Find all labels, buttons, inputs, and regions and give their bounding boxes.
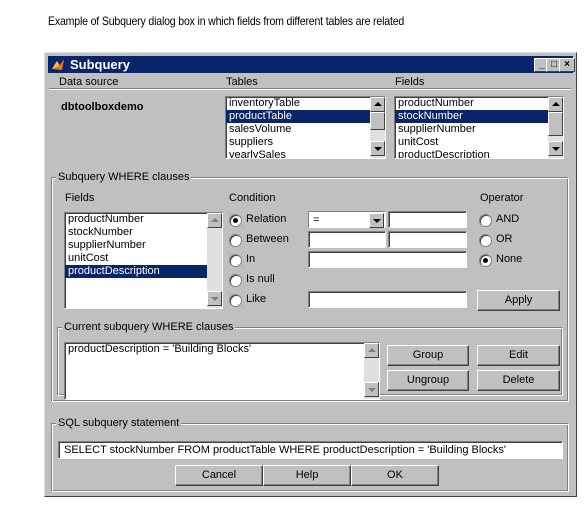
tables-listbox[interactable]: inventoryTable productTable salesVolume sup… bbox=[225, 96, 386, 159]
current-clauses-listbox[interactable]: productDescription = 'Building Blocks' bbox=[64, 342, 380, 400]
condition-radio[interactable] bbox=[229, 274, 242, 287]
down-arrow-icon bbox=[552, 147, 560, 151]
where-fields-listbox[interactable]: productNumber stockNumber supplierNumber un… bbox=[64, 212, 223, 309]
chevron-down-icon bbox=[373, 219, 381, 223]
delete-button[interactable]: Delete bbox=[477, 370, 560, 391]
condition-label[interactable]: Relation bbox=[246, 213, 286, 226]
help-button[interactable]: Help bbox=[263, 465, 351, 486]
list-item[interactable]: supplierNumber bbox=[65, 239, 222, 252]
scroll-thumb[interactable] bbox=[370, 112, 385, 130]
condition-label[interactable]: Is null bbox=[246, 273, 275, 286]
apply-button[interactable]: Apply bbox=[477, 290, 560, 311]
down-arrow-icon bbox=[211, 297, 219, 301]
relation-value: = bbox=[313, 214, 320, 226]
where-fields-scrollbar[interactable] bbox=[207, 213, 222, 308]
condition-label[interactable]: In bbox=[246, 253, 255, 266]
edit-button[interactable]: Edit bbox=[477, 345, 560, 366]
list-item[interactable]: stockNumber bbox=[395, 110, 563, 123]
sql-statement-label: SQL subquery statement bbox=[56, 417, 182, 429]
radio-dot-icon bbox=[233, 218, 238, 223]
top-divider-highlight bbox=[49, 89, 571, 90]
where-clauses-label: Subquery WHERE clauses bbox=[56, 171, 192, 183]
operator-radio[interactable] bbox=[479, 234, 492, 247]
list-item[interactable]: productNumber bbox=[395, 97, 563, 110]
operator-label: Operator bbox=[480, 192, 524, 204]
scroll-up-button[interactable] bbox=[207, 213, 222, 228]
condition-radio[interactable] bbox=[229, 294, 242, 307]
where-fields-label: Fields bbox=[65, 192, 95, 204]
scroll-up-button[interactable] bbox=[548, 97, 563, 112]
condition-radio[interactable] bbox=[229, 234, 242, 247]
scroll-down-button[interactable] bbox=[370, 141, 385, 156]
subquery-dialog: Subquery _ □ × Data source dbtoolboxdemo… bbox=[44, 52, 577, 497]
current-clauses-scrollbar[interactable] bbox=[364, 343, 379, 399]
title-bar[interactable]: Subquery _ □ × bbox=[48, 56, 575, 73]
list-item[interactable]: productDescription = 'Building Blocks' bbox=[65, 343, 379, 356]
scroll-up-button[interactable] bbox=[370, 97, 385, 112]
group-button[interactable]: Group bbox=[387, 345, 469, 366]
scroll-down-button[interactable] bbox=[548, 141, 563, 156]
matlab-logo-icon bbox=[51, 58, 65, 71]
window-title: Subquery bbox=[70, 57, 130, 72]
between-low-field[interactable] bbox=[308, 231, 386, 248]
operator-radio[interactable] bbox=[479, 254, 492, 267]
condition-radio[interactable] bbox=[229, 214, 242, 227]
up-arrow-icon bbox=[552, 102, 560, 106]
figure-caption: Example of Subquery dialog box in which … bbox=[48, 14, 405, 28]
operator-label[interactable]: OR bbox=[496, 233, 513, 246]
list-item[interactable]: yearlySales bbox=[226, 149, 385, 158]
scroll-down-button[interactable] bbox=[364, 382, 379, 397]
list-item[interactable]: productTable bbox=[226, 110, 385, 123]
list-item[interactable]: salesVolume bbox=[226, 123, 385, 136]
data-source-value: dbtoolboxdemo bbox=[61, 101, 144, 113]
ungroup-button[interactable]: Ungroup bbox=[387, 370, 469, 391]
between-high-field[interactable] bbox=[388, 231, 467, 248]
condition-label[interactable]: Like bbox=[246, 293, 266, 306]
ok-button[interactable]: OK bbox=[351, 465, 439, 486]
relation-value-field[interactable] bbox=[388, 211, 467, 228]
operator-label[interactable]: AND bbox=[496, 213, 519, 226]
down-arrow-icon bbox=[368, 388, 376, 392]
condition-label: Condition bbox=[229, 192, 276, 204]
list-item[interactable]: stockNumber bbox=[65, 226, 222, 239]
close-button[interactable]: × bbox=[559, 58, 575, 72]
list-item[interactable]: productDescription bbox=[65, 265, 222, 278]
list-item[interactable]: unitCost bbox=[395, 136, 563, 149]
list-item[interactable]: productNumber bbox=[65, 213, 222, 226]
scroll-up-button[interactable] bbox=[364, 343, 379, 358]
radio-dot-icon bbox=[483, 258, 488, 263]
list-item[interactable]: productDescription bbox=[395, 149, 563, 158]
condition-label[interactable]: Between bbox=[246, 233, 289, 246]
condition-radio[interactable] bbox=[229, 254, 242, 267]
like-pattern-field[interactable] bbox=[308, 291, 467, 308]
cancel-button[interactable]: Cancel bbox=[175, 465, 263, 486]
list-item[interactable]: supplierNumber bbox=[395, 123, 563, 136]
up-arrow-icon bbox=[211, 218, 219, 222]
current-clauses-label: Current subquery WHERE clauses bbox=[62, 321, 236, 333]
fields-listbox[interactable]: productNumber stockNumber supplierNumber un… bbox=[394, 96, 564, 159]
list-item[interactable]: unitCost bbox=[65, 252, 222, 265]
up-arrow-icon bbox=[374, 102, 382, 106]
scroll-thumb[interactable] bbox=[548, 112, 563, 136]
scroll-down-button[interactable] bbox=[207, 291, 222, 306]
tables-scrollbar[interactable] bbox=[370, 97, 385, 158]
operator-radio[interactable] bbox=[479, 214, 492, 227]
list-item[interactable]: inventoryTable bbox=[226, 97, 385, 110]
operator-label[interactable]: None bbox=[496, 253, 522, 266]
in-values-field[interactable] bbox=[308, 251, 467, 268]
fields-scrollbar[interactable] bbox=[548, 97, 563, 158]
down-arrow-icon bbox=[374, 147, 382, 151]
dropdown-button[interactable] bbox=[369, 213, 384, 228]
relation-dropdown[interactable]: = bbox=[308, 211, 386, 228]
list-item[interactable]: suppliers bbox=[226, 136, 385, 149]
sql-statement-field[interactable]: SELECT stockNumber FROM productTable WHE… bbox=[58, 441, 563, 459]
up-arrow-icon bbox=[368, 348, 376, 352]
